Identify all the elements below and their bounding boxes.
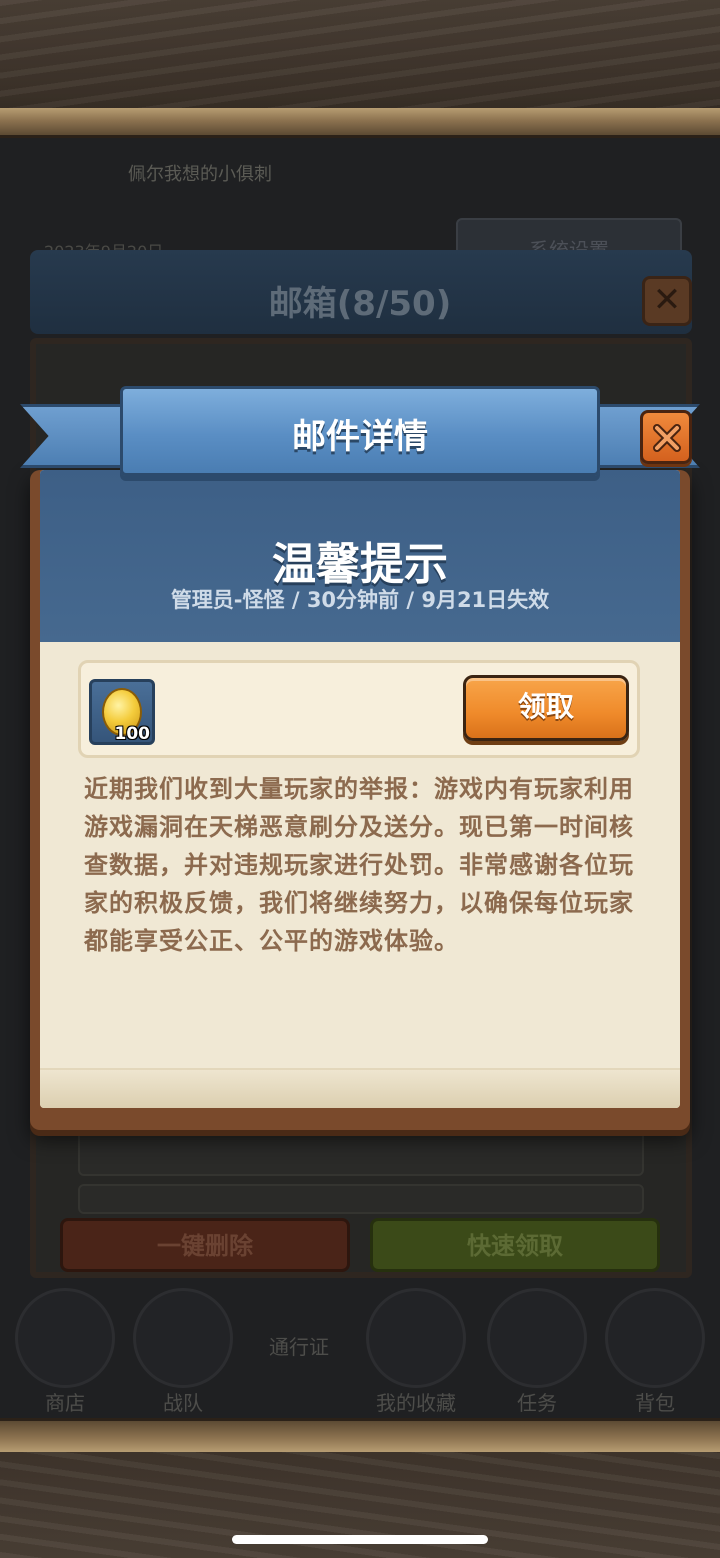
mail-body-text: 近期我们收到大量玩家的举报：游戏内有玩家利用游戏漏洞在天梯恶意刷分及送分。现已第…	[84, 775, 634, 955]
bg-mail-row	[78, 1184, 644, 1214]
tasks-icon	[487, 1288, 587, 1388]
mail-meta: 管理员-怪怪 / 30分钟前 / 9月21日失效	[170, 588, 550, 612]
bg-mailbox-close-icon: ✕	[642, 276, 692, 326]
top-wood-rim	[0, 108, 720, 138]
attachment-item[interactable]: 100	[89, 679, 155, 745]
close-icon	[653, 424, 681, 452]
claim-button[interactable]: 领取	[463, 675, 629, 741]
mail-header: 温馨提示 管理员-怪怪 / 30分钟前 / 9月21日失效	[40, 470, 680, 642]
bg-quick-claim-button: 快速领取	[370, 1218, 660, 1272]
close-button[interactable]	[640, 410, 692, 464]
team-icon	[133, 1288, 233, 1388]
bg-nav-label: 我的收藏	[376, 1391, 456, 1415]
dialog-title: 邮件详情	[292, 417, 428, 457]
mail-detail-dialog: 温馨提示 管理员-怪怪 / 30分钟前 / 9月21日失效 100 领取 近期我…	[30, 470, 690, 1130]
title-ribbon: 邮件详情	[120, 386, 600, 476]
bg-nav-bag: 背包	[600, 1288, 710, 1415]
paper-edge	[40, 1068, 680, 1108]
bg-nav-tasks: 任务	[482, 1288, 592, 1415]
bg-nav-shop: 商店	[10, 1288, 120, 1415]
attachment-count: 100	[114, 724, 151, 744]
bg-nav-collection: 我的收藏	[356, 1288, 476, 1415]
bg-mailbox-title: 邮箱(8/50)	[268, 284, 452, 324]
bg-player-name: 佩尔我想的小俱刺	[128, 164, 272, 185]
bg-nav-label: 背包	[635, 1391, 675, 1415]
bg-delete-all-button: 一键删除	[60, 1218, 350, 1272]
bg-nav-label: 任务	[517, 1391, 557, 1415]
bg-nav-label: 战队	[163, 1391, 203, 1415]
bg-nav-label: 商店	[45, 1391, 85, 1415]
mail-detail-paper: 温馨提示 管理员-怪怪 / 30分钟前 / 9月21日失效 100 领取 近期我…	[40, 470, 680, 1108]
bg-nav-label: 通行证	[269, 1335, 329, 1359]
mail-title: 温馨提示	[272, 539, 448, 590]
collection-icon	[366, 1288, 466, 1388]
home-indicator[interactable]	[232, 1535, 488, 1544]
attachment-box: 100 领取	[78, 660, 640, 758]
bg-nav-team: 战队	[128, 1288, 238, 1415]
shop-icon	[15, 1288, 115, 1388]
bg-mail-row	[78, 1128, 644, 1176]
bag-icon	[605, 1288, 705, 1388]
bottom-wood-rim	[0, 1418, 720, 1452]
bg-nav-pass: 通行证	[244, 1288, 354, 1408]
